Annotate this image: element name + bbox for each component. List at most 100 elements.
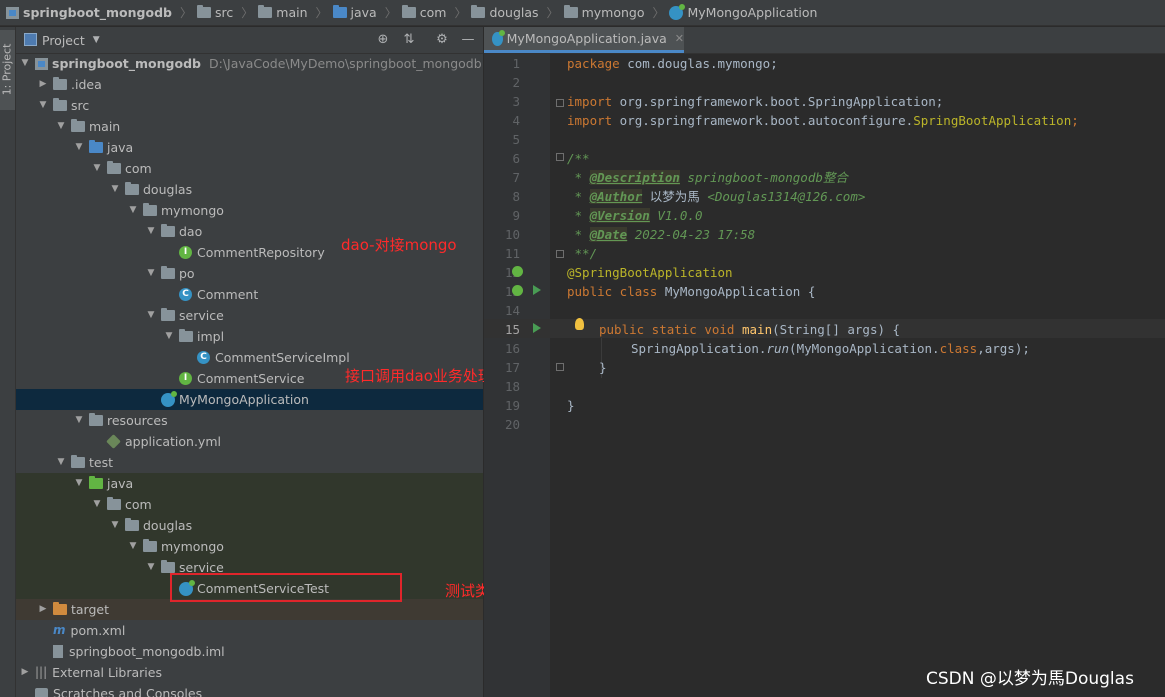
tree-row-idea[interactable]: ▶ .idea [16,74,483,95]
breadcrumb-java[interactable]: java [332,5,377,20]
run-icon[interactable] [533,323,541,333]
gear-icon[interactable]: ⚙ [434,32,450,48]
expand-arrow-icon[interactable]: ▼ [19,53,31,74]
tree-row-main[interactable]: ▼ main [16,116,483,137]
run-icon[interactable] [533,285,541,295]
java-class-icon [669,3,686,20]
tree-row-test-java[interactable]: ▼ java [16,473,483,494]
tree-row-my-mongo-application[interactable]: MyMongoApplication [16,389,483,410]
collapsed-arrow-icon[interactable]: ▶ [37,74,49,95]
tree-row-scratches[interactable]: Scratches and Consoles [16,683,483,697]
code-editor[interactable] [551,54,1165,697]
tree-row-target[interactable]: ▶ target [16,599,483,620]
project-view-icon [24,33,37,46]
lightbulb-icon[interactable] [575,318,584,330]
tree-row-po[interactable]: ▼ po [16,263,483,284]
fold-icon[interactable] [556,250,564,258]
tree-row-src[interactable]: ▼ src [16,95,483,116]
tree-row-test-mymongo[interactable]: ▼ mymongo [16,536,483,557]
breadcrumb-file[interactable]: MyMongoApplication [669,3,817,20]
code-line-17: } [599,360,607,375]
locate-file-icon[interactable]: ⊕ [375,32,391,48]
tree-row-mymongo[interactable]: ▼ mymongo [16,200,483,221]
expand-arrow-icon[interactable]: ▼ [109,515,121,536]
tree-row-comment[interactable]: C Comment [16,284,483,305]
tree-row-resources[interactable]: ▼ resources [16,410,483,431]
tree-row-java[interactable]: ▼ java [16,137,483,158]
project-view-selector[interactable]: Project [42,33,85,48]
excluded-folder-icon [53,602,67,615]
breadcrumb-mymongo[interactable]: mymongo [563,5,644,20]
fold-icon[interactable] [556,153,564,161]
editor-tab-active[interactable]: MyMongoApplication.java ✕ [484,27,684,53]
code-line-11: **/ [567,246,598,261]
fold-icon[interactable] [556,99,564,107]
tree-row-application-yml[interactable]: application.yml [16,431,483,452]
code-line-4: import org.springframework.boot.autoconf… [567,113,1079,128]
code-line-10: * @Date 2022-04-23 17:58 [567,227,756,242]
folder-icon [197,5,211,18]
tree-row-impl[interactable]: ▼ impl [16,326,483,347]
expand-arrow-icon[interactable]: ▼ [127,200,139,221]
expand-arrow-icon[interactable]: ▼ [37,95,49,116]
spring-bean-icon[interactable] [512,266,523,277]
class-icon: C [197,351,210,364]
tree-row-service[interactable]: ▼ service [16,305,483,326]
expand-arrow-icon[interactable]: ▼ [127,536,139,557]
collapsed-arrow-icon[interactable]: ▶ [19,662,31,683]
code-line-19: } [567,398,575,413]
line-number: 7 [512,170,520,185]
tree-row-iml[interactable]: springboot_mongodb.iml [16,641,483,662]
tree-row-com[interactable]: ▼ com [16,158,483,179]
expand-arrow-icon[interactable]: ▼ [145,557,157,578]
breadcrumb-src[interactable]: src [197,5,233,20]
project-icon [6,6,19,19]
spring-bean-icon[interactable] [512,285,523,296]
expand-arrow-icon[interactable]: ▼ [91,158,103,179]
collapsed-arrow-icon[interactable]: ▶ [37,599,49,620]
expand-arrow-icon[interactable]: ▼ [145,305,157,326]
line-number: 10 [504,227,520,242]
class-icon: C [179,288,192,301]
expand-arrow-icon[interactable]: ▼ [145,263,157,284]
expand-arrow-icon[interactable]: ▼ [91,494,103,515]
expand-arrow-icon[interactable]: ▼ [55,116,67,137]
java-class-icon [492,29,505,46]
breadcrumb-douglas[interactable]: douglas [471,5,539,20]
highlight-box [170,573,402,602]
tree-row-project-root[interactable]: ▼ springboot_mongodb D:\JavaCode\MyDemo\sp… [16,53,483,74]
tree-row-pom-xml[interactable]: m pom.xml [16,620,483,641]
tree-row-test-com[interactable]: ▼ com [16,494,483,515]
package-icon [401,5,416,18]
hide-panel-icon[interactable]: — [460,32,476,48]
line-number: 4 [512,113,520,128]
expand-arrow-icon[interactable]: ▼ [163,326,175,347]
watermark: CSDN @以梦为馬Douglas [926,669,1134,689]
fold-icon[interactable] [556,363,564,371]
breadcrumb-project[interactable]: springboot_mongodb [6,5,172,20]
tree-row-test[interactable]: ▼ test [16,452,483,473]
breadcrumb-main[interactable]: main [258,5,308,20]
tree-row-test-douglas[interactable]: ▼ douglas [16,515,483,536]
expand-arrow-icon[interactable]: ▼ [55,452,67,473]
module-file-icon [53,645,63,658]
expand-arrow-icon[interactable]: ▼ [73,473,85,494]
package-icon [125,182,139,195]
package-icon [125,518,139,531]
breadcrumb-com[interactable]: com [401,5,446,20]
tool-window-strip [0,27,16,697]
tree-row-douglas[interactable]: ▼ douglas [16,179,483,200]
expand-arrow-icon[interactable]: ▼ [109,179,121,200]
library-icon: ||| [35,665,48,679]
close-icon[interactable]: ✕ [675,32,684,45]
folder-icon [71,119,85,132]
expand-arrow-icon[interactable]: ▼ [73,410,85,431]
expand-arrow-icon[interactable]: ▼ [73,137,85,158]
expand-arrow-icon[interactable]: ▼ [145,221,157,242]
tree-row-external-libraries[interactable]: ▶ ||| External Libraries [16,662,483,683]
package-icon [161,308,175,321]
chevron-right-icon: 〉 [546,6,559,20]
dropdown-arrow-icon[interactable]: ▼ [93,35,100,45]
collapse-all-icon[interactable]: ⇅ [401,32,417,48]
yaml-file-icon [106,434,121,449]
